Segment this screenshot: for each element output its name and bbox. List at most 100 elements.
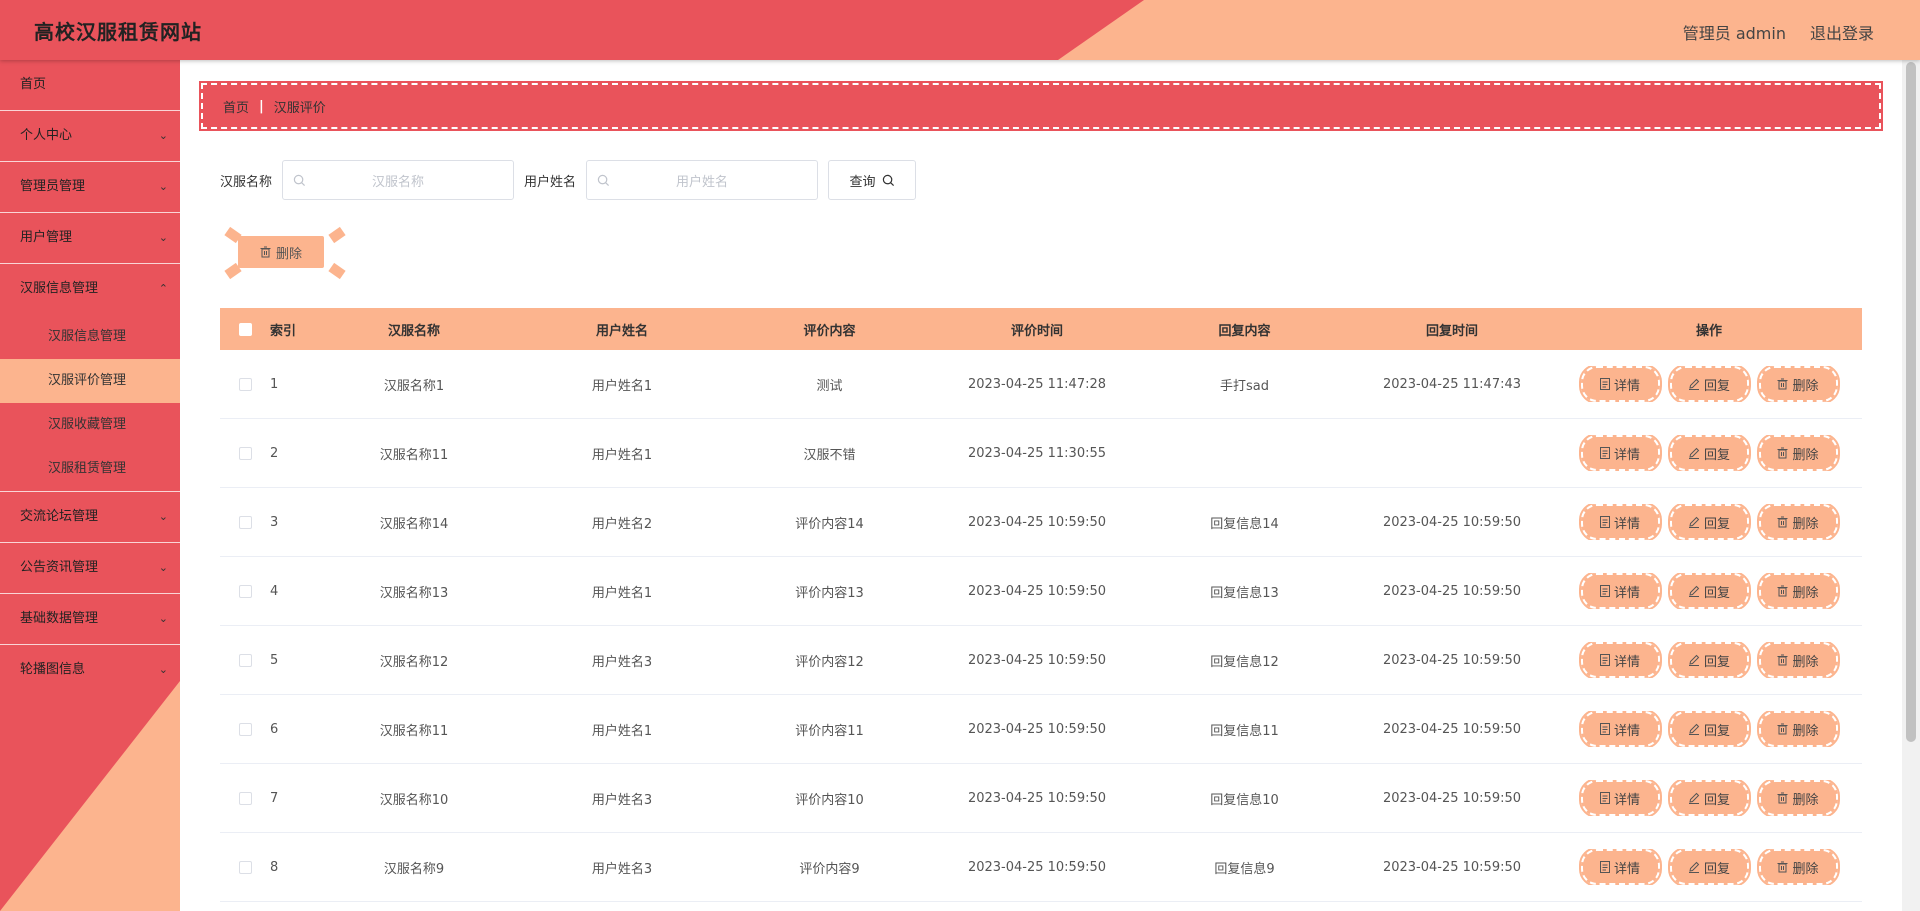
sidebar-submenu: 汉服信息管理 汉服评价管理 汉服收藏管理 汉服租赁管理 <box>0 315 180 492</box>
detail-button[interactable]: 详情 <box>1578 711 1662 747</box>
column-header: 用户姓名 <box>595 323 648 339</box>
current-user[interactable]: 管理员 admin <box>1683 20 1786 44</box>
user-name-input[interactable]: 用户姓名 <box>586 160 819 200</box>
delete-button[interactable]: 删除 <box>1756 504 1840 540</box>
logout-link[interactable]: 退出登录 <box>1810 20 1874 44</box>
detail-button[interactable]: 详情 <box>1578 849 1662 885</box>
reply-button-label: 回复 <box>1703 792 1730 808</box>
reply-time-cell: 2023-04-25 10:59:50 <box>1382 514 1522 530</box>
select-all-checkbox[interactable] <box>238 322 252 336</box>
sidebar-item-base-data[interactable]: 基础数据管理 ⌄ <box>0 594 180 645</box>
sidebar-item-label: 用户管理 <box>20 230 73 245</box>
reply-button[interactable]: 回复 <box>1667 366 1751 402</box>
row-checkbox[interactable] <box>238 515 252 529</box>
detail-button[interactable]: 详情 <box>1578 780 1662 816</box>
sidebar-item-news[interactable]: 公告资讯管理 ⌄ <box>0 543 180 594</box>
reply-button-label: 回复 <box>1703 378 1730 394</box>
reply-time-cell: 2023-04-25 10:59:50 <box>1382 859 1522 875</box>
breadcrumb-home[interactable]: 首页 <box>223 97 249 116</box>
user-name-cell: 用户姓名3 <box>591 792 653 808</box>
hanfu-name-label: 汉服名称 <box>220 174 273 190</box>
detail-button-label: 详情 <box>1613 654 1640 670</box>
reply-button[interactable]: 回复 <box>1667 711 1751 747</box>
detail-button[interactable]: 详情 <box>1578 642 1662 678</box>
trash-icon <box>1777 585 1788 597</box>
breadcrumb: 首页 | 汉服评价 <box>199 81 1883 131</box>
detail-button-label: 详情 <box>1613 861 1640 877</box>
row-actions: 详情 回复 删除 <box>1556 366 1862 402</box>
reply-content-cell: 回复信息10 <box>1210 792 1279 808</box>
delete-button[interactable]: 删除 <box>1756 642 1840 678</box>
reply-button-label: 回复 <box>1703 585 1730 601</box>
row-checkbox[interactable] <box>238 791 252 805</box>
delete-button[interactable]: 删除 <box>1756 573 1840 609</box>
delete-button[interactable]: 删除 <box>1756 435 1840 471</box>
delete-button[interactable]: 删除 <box>1756 780 1840 816</box>
detail-button[interactable]: 详情 <box>1578 366 1662 402</box>
table-row: 2 汉服名称11 用户姓名1 汉服不错 2023-04-25 11:30:55 详情 回复 删… <box>220 419 1862 488</box>
delete-button-label: 删除 <box>1792 378 1819 394</box>
row-checkbox[interactable] <box>238 860 252 874</box>
detail-button-label: 详情 <box>1613 378 1640 394</box>
review-time-cell: 2023-04-25 10:59:50 <box>967 652 1107 668</box>
delete-button[interactable]: 删除 <box>1756 711 1840 747</box>
sidebar-item-hanfu-info[interactable]: 汉服信息管理 ⌃ <box>0 264 180 315</box>
sidebar-item-profile[interactable]: 个人中心 ⌄ <box>0 111 180 162</box>
user-name-cell: 用户姓名1 <box>591 447 653 463</box>
review-content-cell: 汉服不错 <box>803 447 856 463</box>
hanfu-name-input[interactable]: 汉服名称 <box>282 160 515 200</box>
reply-button-label: 回复 <box>1703 447 1730 463</box>
reply-button[interactable]: 回复 <box>1667 642 1751 678</box>
detail-button[interactable]: 详情 <box>1578 573 1662 609</box>
review-content-cell: 评价内容10 <box>795 792 864 808</box>
row-actions: 详情 回复 删除 <box>1556 435 1862 471</box>
delete-button[interactable]: 删除 <box>1756 366 1840 402</box>
sidebar-item-admins[interactable]: 管理员管理 ⌄ <box>0 162 180 213</box>
trash-icon <box>260 246 271 258</box>
detail-button[interactable]: 详情 <box>1578 435 1662 471</box>
reply-time-cell: 2023-04-25 10:59:50 <box>1382 652 1522 668</box>
reply-content-cell: 回复信息11 <box>1210 723 1279 739</box>
user-name-cell: 用户姓名3 <box>591 654 653 670</box>
reply-time-cell: 2023-04-25 10:59:50 <box>1382 790 1522 806</box>
column-header: 索引 <box>270 323 297 339</box>
sidebar-item-label: 公告资讯管理 <box>20 560 99 575</box>
reply-button[interactable]: 回复 <box>1667 435 1751 471</box>
reply-button-label: 回复 <box>1703 723 1730 739</box>
delete-button-label: 删除 <box>1792 585 1819 601</box>
reply-button[interactable]: 回复 <box>1667 573 1751 609</box>
reply-content-cell: 回复信息13 <box>1210 585 1279 601</box>
row-checkbox[interactable] <box>238 446 252 460</box>
row-checkbox[interactable] <box>238 722 252 736</box>
site-title: 高校汉服租赁网站 <box>34 20 202 44</box>
reply-button[interactable]: 回复 <box>1667 849 1751 885</box>
breadcrumb-current: 汉服评价 <box>273 100 326 116</box>
review-content-cell: 测试 <box>816 378 843 394</box>
sidebar-subitem-hanfu-rentals[interactable]: 汉服租赁管理 <box>0 447 180 491</box>
row-checkbox[interactable] <box>238 377 252 391</box>
sidebar-item-carousel[interactable]: 轮播图信息 ⌄ <box>0 645 180 696</box>
query-button[interactable]: 查询 <box>828 160 917 200</box>
detail-button[interactable]: 详情 <box>1578 504 1662 540</box>
header-red-band <box>0 0 1144 60</box>
column-header: 评价时间 <box>1010 323 1063 339</box>
chevron-up-icon: ⌃ <box>158 282 168 295</box>
sidebar-item-users[interactable]: 用户管理 ⌄ <box>0 213 180 264</box>
row-index: 7 <box>270 790 279 806</box>
reply-button[interactable]: 回复 <box>1667 504 1751 540</box>
review-time-cell: 2023-04-25 11:30:55 <box>967 445 1107 461</box>
sidebar-subitem-hanfu-favorites[interactable]: 汉服收藏管理 <box>0 403 180 447</box>
reply-button[interactable]: 回复 <box>1667 780 1751 816</box>
scrollbar-thumb[interactable] <box>1906 62 1916 742</box>
page-scrollbar[interactable] <box>1902 60 1920 911</box>
sidebar-item-forum[interactable]: 交流论坛管理 ⌄ <box>0 492 180 543</box>
delete-button-label: 删除 <box>1792 654 1819 670</box>
batch-delete-button[interactable]: 删除 <box>238 236 324 268</box>
delete-button[interactable]: 删除 <box>1756 849 1840 885</box>
row-checkbox[interactable] <box>238 584 252 598</box>
sidebar-subitem-hanfu-reviews[interactable]: 汉服评价管理 <box>0 359 180 403</box>
sidebar-item-label: 轮播图信息 <box>20 662 86 677</box>
sidebar-item-home[interactable]: 首页 <box>0 60 180 111</box>
sidebar-subitem-hanfu-info[interactable]: 汉服信息管理 <box>0 315 180 359</box>
row-checkbox[interactable] <box>238 653 252 667</box>
